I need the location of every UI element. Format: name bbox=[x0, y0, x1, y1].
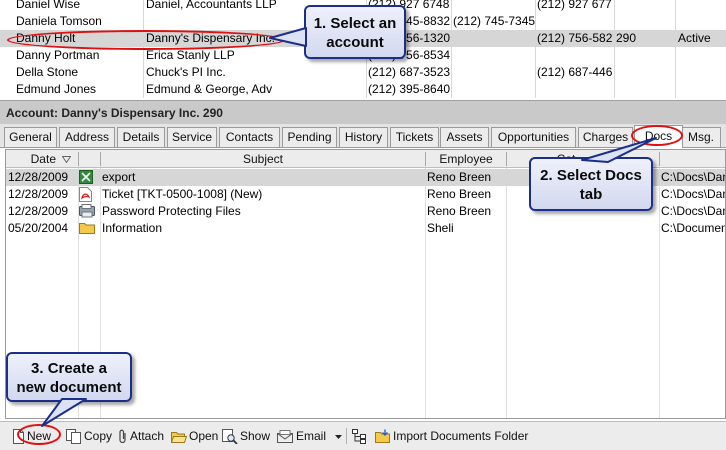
callout-pointers bbox=[41, 27, 657, 427]
